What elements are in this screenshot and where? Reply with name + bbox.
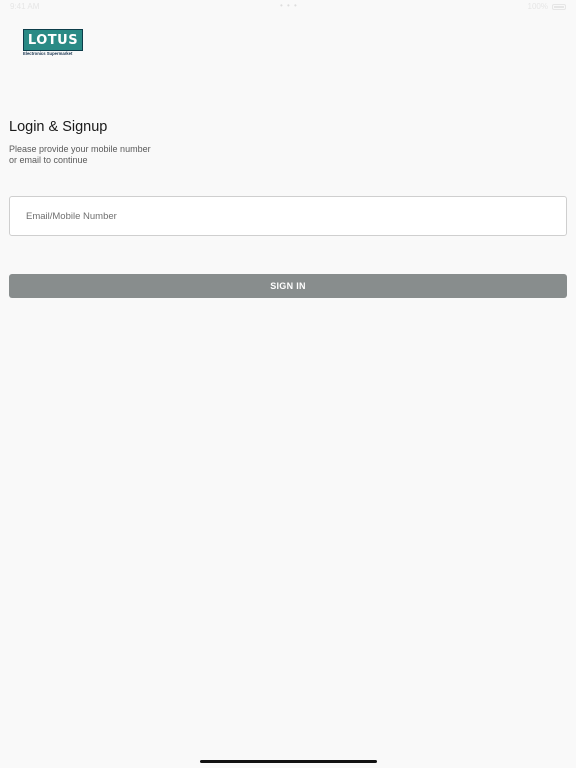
battery-icon: [552, 3, 566, 10]
multitasking-dots-icon: • • •: [280, 1, 298, 10]
page-subtitle: Please provide your mobile number or ema…: [9, 144, 151, 165]
logo-badge: LOTUS: [23, 29, 83, 51]
lotus-logo: LOTUS Electronics Supermarket: [23, 29, 85, 57]
sign-in-button[interactable]: SIGN IN: [9, 274, 567, 298]
page-title: Login & Signup: [9, 119, 108, 135]
logo-text: LOTUS: [27, 32, 79, 48]
battery-percent: 100%: [527, 2, 548, 11]
status-time: 9:41 AM: [10, 2, 40, 11]
home-indicator[interactable]: [200, 760, 377, 763]
email-mobile-field[interactable]: [24, 209, 566, 223]
email-mobile-input-container[interactable]: [9, 196, 567, 236]
status-right: 100%: [528, 2, 566, 11]
status-bar: 9:41 AM • • • 100%: [0, 0, 576, 14]
logo-tagline: Electronics Supermarket: [23, 51, 73, 56]
